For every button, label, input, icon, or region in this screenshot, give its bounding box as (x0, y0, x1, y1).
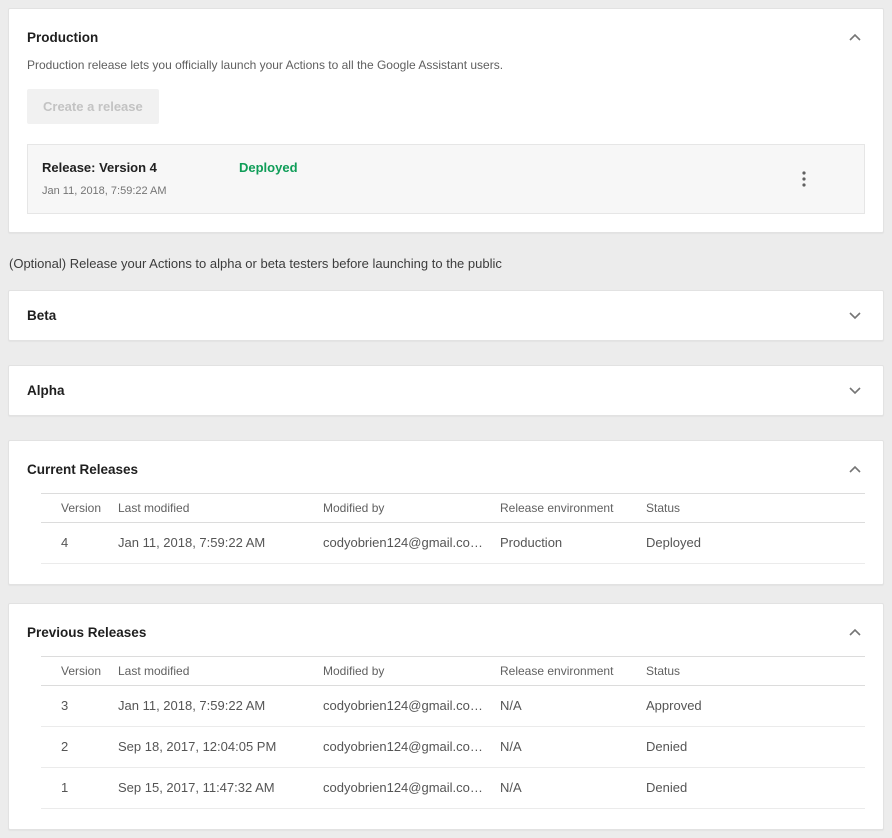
production-header[interactable]: Production (27, 29, 865, 45)
chevron-up-icon (849, 628, 861, 636)
cell-version: 1 (41, 768, 118, 809)
chevron-up-icon (849, 465, 861, 473)
header-modified-by: Modified by (323, 494, 500, 523)
release-title: Release: Version 4 (42, 160, 239, 176)
create-release-button[interactable]: Create a release (27, 89, 159, 124)
cell-release-environment: N/A (500, 768, 646, 809)
header-version: Version (41, 657, 118, 686)
production-card: Production Production release lets you o… (8, 8, 884, 233)
cell-last-modified: Jan 11, 2018, 7:59:22 AM (118, 686, 323, 727)
cell-modified-by: codyobrien124@gmail.co… (323, 768, 500, 809)
cell-last-modified: Jan 11, 2018, 7:59:22 AM (118, 523, 323, 564)
cell-status: Deployed (646, 523, 865, 564)
beta-title: Beta (27, 308, 56, 323)
cell-modified-by: codyobrien124@gmail.co… (323, 727, 500, 768)
cell-last-modified: Sep 15, 2017, 11:47:32 AM (118, 768, 323, 809)
previous-releases-header[interactable]: Previous Releases (27, 624, 865, 640)
header-release-environment: Release environment (500, 657, 646, 686)
cell-modified-by: codyobrien124@gmail.co… (323, 523, 500, 564)
cell-release-environment: N/A (500, 727, 646, 768)
current-releases-header[interactable]: Current Releases (27, 461, 865, 477)
release-status: Deployed (239, 160, 298, 176)
previous-releases-card: Previous Releases Version Last modified … (8, 603, 884, 830)
production-title: Production (27, 30, 98, 45)
production-description: Production release lets you officially l… (27, 58, 865, 72)
current-releases-card: Current Releases Version Last modified M… (8, 440, 884, 585)
cell-status: Denied (646, 727, 865, 768)
cell-status: Approved (646, 686, 865, 727)
expand-alpha-button[interactable] (845, 383, 865, 399)
cell-last-modified: Sep 18, 2017, 12:04:05 PM (118, 727, 323, 768)
current-releases-table: Version Last modified Modified by Releas… (41, 493, 865, 564)
alpha-card[interactable]: Alpha (8, 365, 884, 416)
kebab-menu-icon (802, 171, 806, 187)
header-last-modified: Last modified (118, 657, 323, 686)
table-row: 1 Sep 15, 2017, 11:47:32 AM codyobrien12… (41, 768, 865, 809)
current-releases-title: Current Releases (27, 462, 138, 477)
alpha-title: Alpha (27, 383, 65, 398)
cell-release-environment: N/A (500, 686, 646, 727)
collapse-current-releases-button[interactable] (845, 461, 865, 477)
release-row: Release: Version 4 Jan 11, 2018, 7:59:22… (27, 144, 865, 214)
chevron-down-icon (849, 387, 861, 395)
previous-releases-title: Previous Releases (27, 625, 146, 640)
cell-status: Denied (646, 768, 865, 809)
release-info: Release: Version 4 Jan 11, 2018, 7:59:22… (42, 160, 239, 198)
table-row: 3 Jan 11, 2018, 7:59:22 AM codyobrien124… (41, 686, 865, 727)
table-row: 2 Sep 18, 2017, 12:04:05 PM codyobrien12… (41, 727, 865, 768)
header-version: Version (41, 494, 118, 523)
expand-beta-button[interactable] (845, 308, 865, 324)
header-last-modified: Last modified (118, 494, 323, 523)
optional-note: (Optional) Release your Actions to alpha… (9, 256, 884, 271)
header-modified-by: Modified by (323, 657, 500, 686)
header-status: Status (646, 494, 865, 523)
chevron-up-icon (849, 33, 861, 41)
release-menu-button[interactable] (796, 167, 812, 191)
header-status: Status (646, 657, 865, 686)
cell-version: 3 (41, 686, 118, 727)
table-header-row: Version Last modified Modified by Releas… (41, 494, 865, 523)
header-release-environment: Release environment (500, 494, 646, 523)
cell-version: 2 (41, 727, 118, 768)
table-row: 4 Jan 11, 2018, 7:59:22 AM codyobrien124… (41, 523, 865, 564)
releases-page: Production Production release lets you o… (0, 0, 892, 838)
previous-releases-table: Version Last modified Modified by Releas… (41, 656, 865, 809)
beta-card[interactable]: Beta (8, 290, 884, 341)
release-date: Jan 11, 2018, 7:59:22 AM (42, 185, 239, 198)
table-header-row: Version Last modified Modified by Releas… (41, 657, 865, 686)
chevron-down-icon (849, 312, 861, 320)
collapse-production-button[interactable] (845, 29, 865, 45)
collapse-previous-releases-button[interactable] (845, 624, 865, 640)
cell-release-environment: Production (500, 523, 646, 564)
cell-version: 4 (41, 523, 118, 564)
cell-modified-by: codyobrien124@gmail.co… (323, 686, 500, 727)
